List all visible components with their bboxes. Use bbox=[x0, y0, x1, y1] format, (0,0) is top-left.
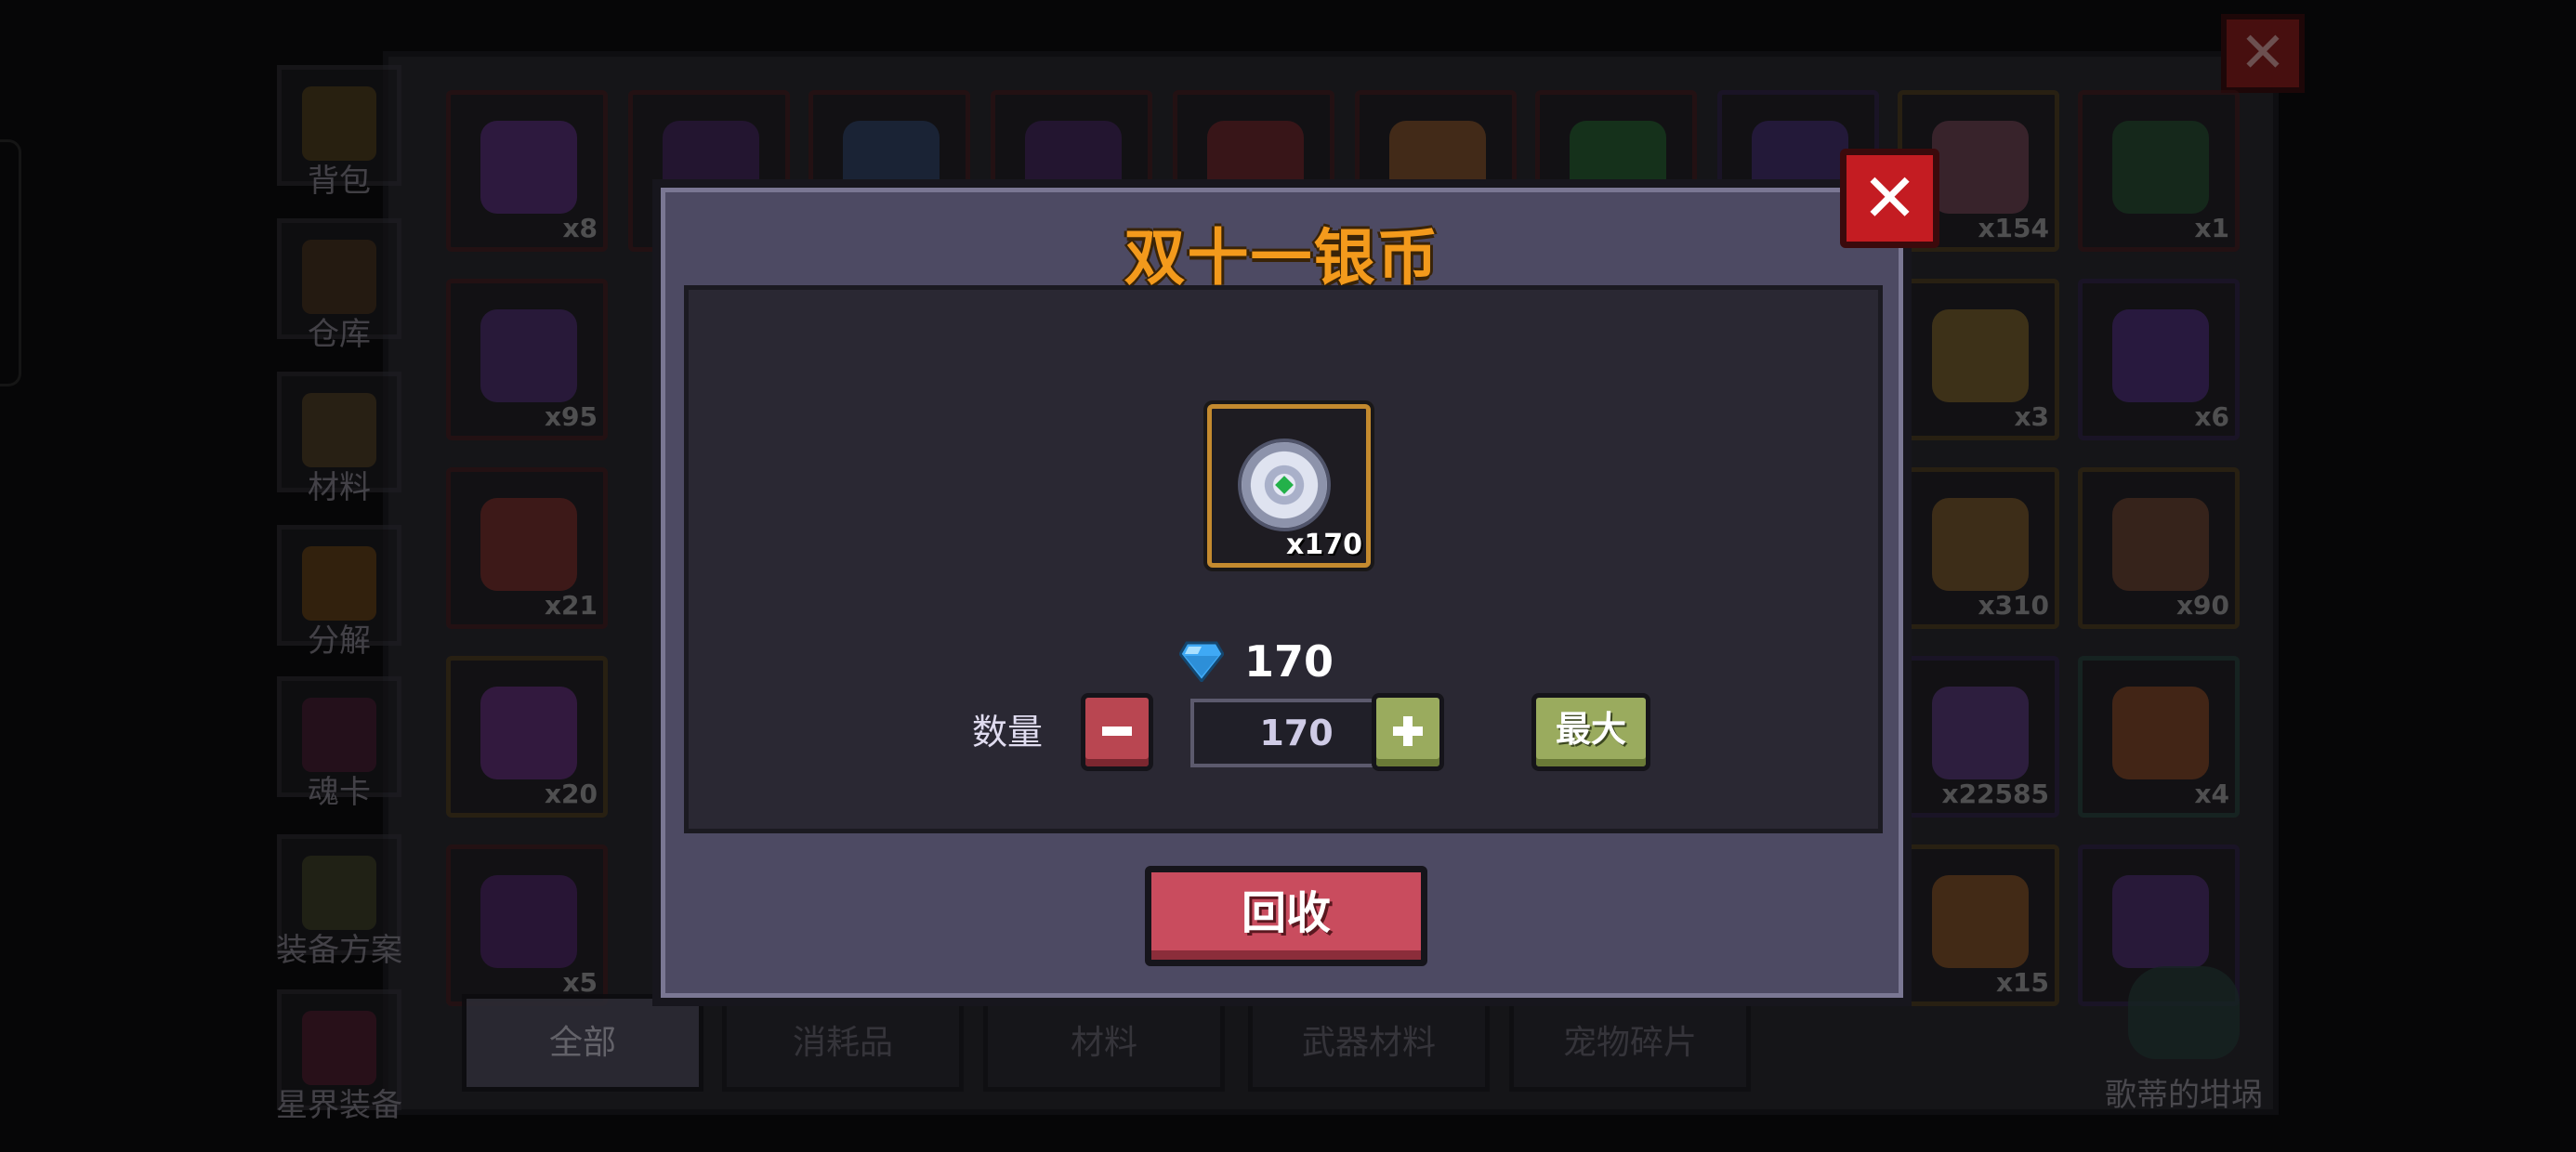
item-count: x170 bbox=[1286, 529, 1362, 561]
max-quantity-button[interactable]: 最大 bbox=[1531, 693, 1650, 771]
close-icon[interactable]: ✕ bbox=[1840, 149, 1939, 248]
recycle-button[interactable]: 回收 bbox=[1145, 866, 1427, 966]
silver-coin-icon bbox=[1238, 439, 1331, 531]
item-slot: x170 bbox=[1207, 404, 1371, 568]
increase-quantity-button[interactable] bbox=[1372, 693, 1444, 771]
blue-gem-icon bbox=[1179, 641, 1224, 682]
dialog-content-panel: x170 170 数量 170 最大 bbox=[684, 285, 1883, 833]
minus-icon bbox=[1102, 727, 1132, 736]
price-value: 170 bbox=[1244, 636, 1334, 687]
quantity-input[interactable]: 170 bbox=[1190, 699, 1402, 767]
dialog-title: 双十一银币 bbox=[1124, 222, 1440, 294]
recycle-dialog: 双十一银币 x170 170 数量 170 最大 回收 bbox=[652, 179, 1912, 1006]
quantity-label: 数量 bbox=[972, 712, 1044, 753]
decrease-quantity-button[interactable] bbox=[1081, 693, 1153, 771]
